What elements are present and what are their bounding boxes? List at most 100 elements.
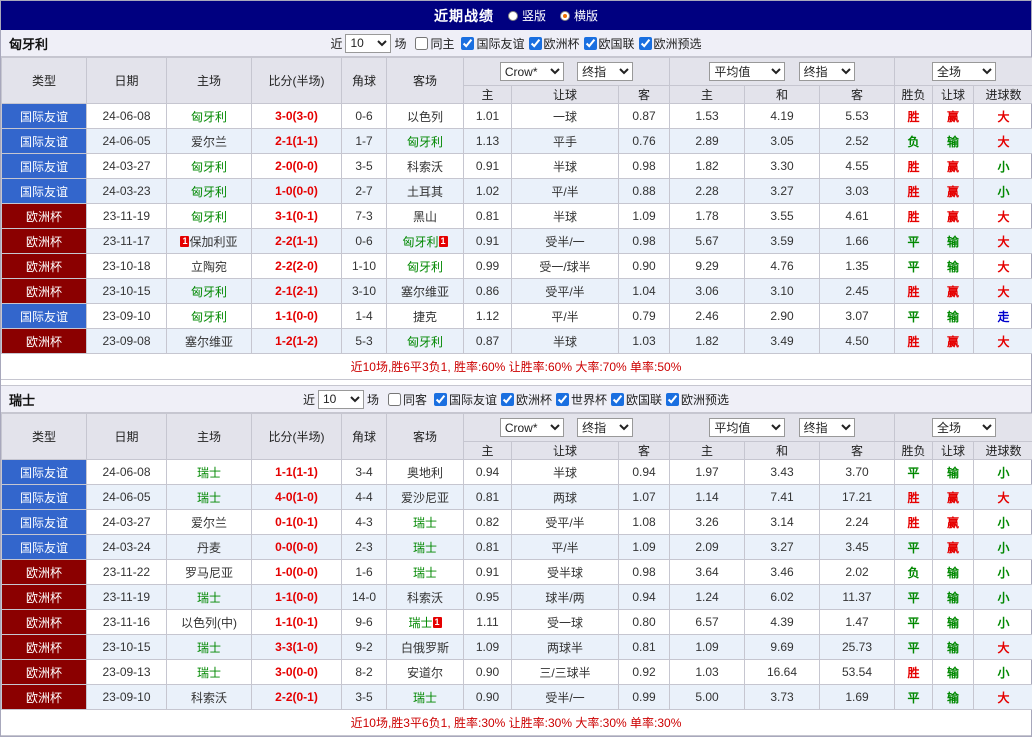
odds-source-select[interactable]: Crow* <box>499 418 564 437</box>
league-filter-checkbox[interactable] <box>666 392 680 406</box>
home-team-name: 塞尔维亚 <box>184 334 233 349</box>
league-cell: 国际友谊 <box>1 534 87 560</box>
home-odds-cell: 0.81 <box>463 534 512 560</box>
league-filter-option[interactable]: 国际友谊 <box>457 35 525 52</box>
league-filter-option[interactable]: 欧洲杯 <box>525 35 580 52</box>
odds-source-select[interactable]: Crow* <box>499 62 564 81</box>
same-venue-checkbox[interactable] <box>387 392 401 406</box>
date-cell: 23-11-22 <box>86 559 167 585</box>
league-filter-option[interactable]: 欧国联 <box>607 391 662 408</box>
match-count-select[interactable]: 10 <box>317 389 364 409</box>
league-filter-option[interactable]: 欧洲预选 <box>635 35 702 52</box>
away-odds-cell: 0.99 <box>618 684 670 710</box>
home-team-cell: 匈牙利 <box>166 103 252 129</box>
result-cell: 平 <box>894 303 933 329</box>
league-cell: 欧洲杯 <box>1 609 87 635</box>
col-header-odds-handicap: 让球 <box>511 85 619 104</box>
league-filter-option[interactable]: 欧国联 <box>580 35 635 52</box>
layout-option-horizontal[interactable]: 横版 <box>560 7 598 24</box>
league-filter-checkbox[interactable] <box>638 36 652 50</box>
away-odds-cell: 0.79 <box>618 303 670 329</box>
league-filter-checkbox[interactable] <box>433 392 447 406</box>
score-cell: 3-3(1-0) <box>251 634 342 660</box>
home-team-cell: 科索沃 <box>166 684 252 710</box>
same-venue-checkbox[interactable] <box>415 36 429 50</box>
score-cell: 1-2(1-2) <box>251 328 342 354</box>
away-team-cell: 匈牙利 <box>386 328 464 354</box>
result-cell: 胜 <box>894 103 933 129</box>
avg-draw-cell: 3.14 <box>744 509 820 535</box>
league-filter-checkbox[interactable] <box>501 392 514 406</box>
handicap-cell: 两球 <box>511 484 619 510</box>
away-team-name: 科索沃 <box>406 159 443 174</box>
league-filter-checkbox[interactable] <box>461 36 475 50</box>
avg-away-cell: 2.45 <box>819 278 895 304</box>
handicap-result-cell: 赢 <box>932 203 974 229</box>
handicap-cell: 半球 <box>511 153 619 179</box>
league-filter-checkbox[interactable] <box>528 36 542 50</box>
league-cell: 欧洲杯 <box>1 659 87 685</box>
home-team-name: 瑞士 <box>196 465 221 480</box>
avg-source-select[interactable]: 平均值 <box>709 418 786 437</box>
away-team-cell: 瑞士 <box>386 684 464 710</box>
avg-source-select[interactable]: 平均值 <box>709 62 786 81</box>
avg-home-cell: 1.03 <box>669 659 745 685</box>
home-team-name: 匈牙利 <box>190 109 227 124</box>
avg-time-select[interactable]: 终指 <box>798 62 855 81</box>
home-team-name: 匈牙利 <box>190 309 227 324</box>
col-header-type: 类型 <box>1 57 87 104</box>
goals-result-cell: 小 <box>972 178 1032 204</box>
filter-bar: 匈牙利 近 10 场 同主 国际友谊 欧洲杯 欧国联 欧洲预选 <box>1 30 1031 57</box>
same-venue-option[interactable]: 同主 <box>409 35 454 52</box>
away-team-cell: 黑山 <box>386 203 464 229</box>
corner-cell: 3-4 <box>341 459 387 485</box>
match-row: 欧洲杯 23-11-17 1 保加利亚 2-2(1-1) 0-6 匈牙利 1 0.9… <box>1 228 1032 254</box>
avg-home-cell: 3.26 <box>669 509 745 535</box>
layout-option-vertical[interactable]: 竖版 <box>507 7 546 24</box>
league-filter-option[interactable]: 世界杯 <box>552 391 607 408</box>
league-filter-checkbox[interactable] <box>583 36 597 50</box>
league-filter-option[interactable]: 欧洲杯 <box>497 391 552 408</box>
away-odds-cell: 0.94 <box>618 459 670 485</box>
date-cell: 23-09-10 <box>86 303 167 329</box>
col-header-handicap-result: 让球 <box>932 441 974 460</box>
avg-time-select[interactable]: 终指 <box>798 418 855 437</box>
league-cell: 欧洲杯 <box>1 228 87 254</box>
result-cell: 胜 <box>894 484 933 510</box>
goals-result-cell: 大 <box>972 684 1032 710</box>
away-team-name: 奥地利 <box>406 465 443 480</box>
home-team-name: 爱尔兰 <box>190 134 227 149</box>
odds-time-select[interactable]: 终指 <box>577 62 634 81</box>
home-team-name: 以色列(中) <box>181 615 237 630</box>
scope-select[interactable]: 全场 <box>932 418 997 437</box>
match-row: 欧洲杯 23-09-08 塞尔维亚 1-2(1-2) 5-3 匈牙利 0.87 … <box>1 328 1032 354</box>
corner-cell: 2-7 <box>341 178 387 204</box>
away-team-name: 科索沃 <box>406 590 443 605</box>
away-team-name: 匈牙利 <box>406 334 443 349</box>
corner-cell: 9-6 <box>341 609 387 635</box>
away-team-name: 匈牙利 <box>406 259 443 274</box>
same-venue-option[interactable]: 同客 <box>382 391 427 408</box>
col-header-odds-away: 客 <box>618 441 670 460</box>
league-filter-option[interactable]: 欧洲预选 <box>662 391 729 408</box>
league-filter-label: 欧洲杯 <box>543 36 580 51</box>
near-label: 近 <box>302 392 315 407</box>
home-team-cell: 匈牙利 <box>166 153 252 179</box>
score-cell: 0-1(0-1) <box>251 509 342 535</box>
handicap-result-cell: 赢 <box>932 103 974 129</box>
league-filter-checkbox[interactable] <box>556 392 570 406</box>
date-cell: 23-10-18 <box>86 253 167 279</box>
col-header-away: 客场 <box>386 413 464 460</box>
result-cell: 胜 <box>894 278 933 304</box>
col-header-date: 日期 <box>86 413 167 460</box>
away-team-name: 白俄罗斯 <box>400 640 449 655</box>
score-cell: 1-1(0-0) <box>251 303 342 329</box>
scope-select[interactable]: 全场 <box>932 62 997 81</box>
league-filter-option[interactable]: 国际友谊 <box>430 391 497 408</box>
home-team-name: 瑞士 <box>196 490 221 505</box>
avg-group-header: 平均值 终指 <box>669 57 895 86</box>
odds-time-select[interactable]: 终指 <box>577 418 634 437</box>
league-filter-checkbox[interactable] <box>611 392 625 406</box>
match-row: 国际友谊 24-03-23 匈牙利 1-0(0-0) 2-7 土耳其 1.02 … <box>1 178 1032 204</box>
match-count-select[interactable]: 10 <box>345 33 392 53</box>
